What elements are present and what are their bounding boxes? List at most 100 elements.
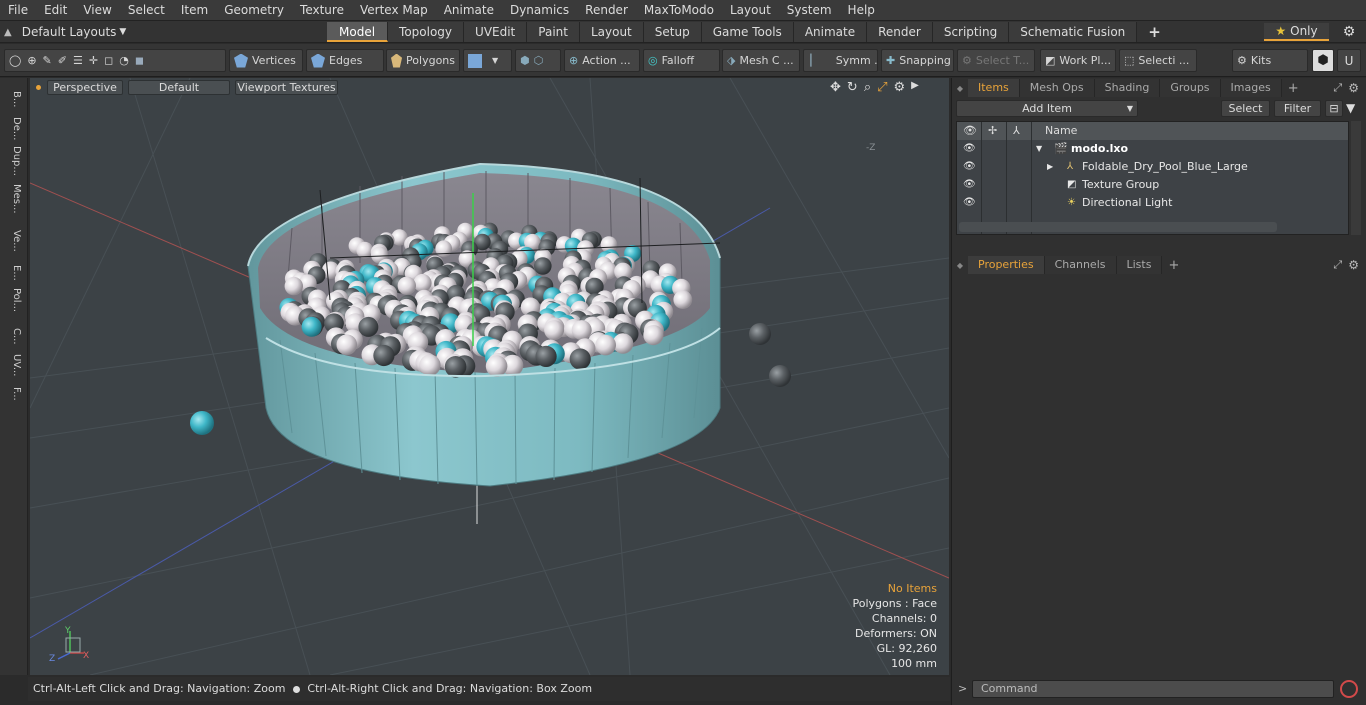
visibility-eye-icon[interactable]: 👁 (963, 197, 976, 209)
column-name-header[interactable]: Name (1045, 122, 1077, 140)
falloff-button[interactable]: ◎ Falloff (643, 49, 720, 72)
vtab-polygon[interactable]: Pol... (4, 285, 22, 315)
menu-vertex-map[interactable]: Vertex Map (352, 0, 436, 21)
work-plane-button[interactable]: ◩ Work Pl... (1040, 49, 1116, 72)
action-center-button[interactable]: ⊕ Action ... (564, 49, 640, 72)
tab-mesh-ops[interactable]: Mesh Ops (1019, 79, 1095, 97)
layout-dropdown[interactable]: ▲ Default Layouts ▼ (4, 23, 126, 41)
panel-gear-icon[interactable]: ⚙ (1342, 81, 1366, 95)
menu-select[interactable]: Select (120, 0, 173, 21)
gear-icon[interactable]: ⚙ (1340, 24, 1358, 40)
add-item-dropdown[interactable]: Add Item ▼ (956, 100, 1138, 117)
tab-setup[interactable]: Setup (643, 22, 702, 42)
vertical-scrollbar[interactable] (1351, 121, 1361, 235)
select-button[interactable]: Select (1221, 100, 1270, 117)
tab-paint[interactable]: Paint (527, 22, 580, 42)
record-icon[interactable] (1340, 680, 1358, 698)
funnel-icon[interactable]: ▼ (1346, 101, 1362, 116)
visibility-eye-icon[interactable]: 👁 (963, 179, 976, 191)
tab-topology[interactable]: Topology (388, 22, 465, 42)
tab-animate[interactable]: Animate (793, 22, 868, 42)
expand-arrow-icon[interactable]: ▼ (1036, 140, 1042, 158)
expand-panel-icon[interactable]: ⤢ (1333, 258, 1342, 272)
maximize-icon[interactable]: ⤢ (877, 80, 887, 95)
unity-icon[interactable]: ⬢ (1312, 49, 1334, 72)
rotate-view-icon[interactable]: ↻ (847, 80, 858, 95)
edges-button[interactable]: Edges (306, 49, 384, 72)
vertices-button[interactable]: Vertices (229, 49, 303, 72)
zoom-view-icon[interactable]: ⌕ (864, 80, 871, 95)
vtab-deform[interactable]: De... (4, 114, 22, 144)
menu-help[interactable]: Help (840, 0, 883, 21)
viewport-gear-icon[interactable]: ⚙ (894, 80, 906, 95)
circle-icon[interactable]: ◔ (119, 54, 129, 67)
menu-file[interactable]: File (0, 0, 36, 21)
viewport-textures-button[interactable]: Viewport Textures (235, 80, 338, 95)
expand-panel-icon[interactable]: ⤢ (1333, 81, 1342, 95)
visibility-eye-icon[interactable]: 👁 (963, 161, 976, 173)
vtab-mesh-edit[interactable]: Mes... (4, 184, 22, 214)
cube-icon[interactable]: ◼ (135, 54, 144, 67)
move-view-icon[interactable]: ✥ (830, 80, 841, 95)
tab-model[interactable]: Model (327, 22, 389, 42)
vtab-basic[interactable]: B... (4, 84, 22, 114)
tab-scripting[interactable]: Scripting (932, 22, 1010, 42)
tab-lists[interactable]: Lists (1116, 256, 1163, 274)
selection-sets-button[interactable]: ⬚ Selecti ... (1119, 49, 1197, 72)
kits-button[interactable]: ⚙ Kits (1232, 49, 1308, 72)
visibility-eye-icon[interactable]: 👁 (963, 143, 976, 155)
menu-texture[interactable]: Texture (292, 0, 352, 21)
globe-icon[interactable]: ⊕ (27, 54, 36, 67)
tab-groups[interactable]: Groups (1160, 79, 1221, 97)
add-tab-button[interactable]: + (1282, 81, 1305, 96)
command-input[interactable]: Command (972, 680, 1334, 698)
filter-button[interactable]: Filter (1274, 100, 1321, 117)
list-item-texture-group[interactable]: 👁 ◩ Texture Group (957, 176, 1348, 194)
vtab-fusion[interactable]: F... (4, 379, 22, 409)
item-mode-dropdown[interactable]: ▼ (463, 49, 512, 72)
horizontal-scrollbar[interactable] (959, 222, 1277, 232)
vtab-uv[interactable]: UV... (4, 350, 22, 380)
3d-viewport[interactable]: -Z Y Z X Perspective Default Viewport Te… (30, 78, 949, 675)
tab-uvedit[interactable]: UVEdit (464, 22, 528, 42)
shading-mode-button[interactable]: Default (128, 80, 230, 95)
pen-icon[interactable]: ✎ (43, 54, 52, 67)
symmetry-button[interactable]: ⎮ Symm ... (803, 49, 878, 72)
align-icon[interactable]: ☰ (73, 54, 83, 67)
collapse-icon[interactable]: ⊟ (1325, 100, 1343, 117)
menu-animate[interactable]: Animate (436, 0, 502, 21)
circle-select-icon[interactable]: ◯ (9, 54, 21, 67)
tab-shading[interactable]: Shading (1094, 79, 1161, 97)
menu-view[interactable]: View (75, 0, 119, 21)
brush-icon[interactable]: ✐ (58, 54, 67, 67)
menu-render[interactable]: Render (577, 0, 636, 21)
menu-maxtomodo[interactable]: MaxToModo (636, 0, 722, 21)
menu-item[interactable]: Item (173, 0, 216, 21)
vtab-curve[interactable]: C... (4, 321, 22, 351)
list-item-mesh[interactable]: 👁 ▶ ⅄ Foldable_Dry_Pool_Blue_Large (957, 158, 1348, 176)
tab-render[interactable]: Render (867, 22, 933, 42)
tab-layout[interactable]: Layout (579, 22, 644, 42)
shield-icon[interactable]: ⬢ (520, 54, 530, 67)
add-tab-button[interactable]: + (1137, 22, 1172, 42)
menu-layout[interactable]: Layout (722, 0, 779, 21)
shield-alt-icon[interactable]: ⬡ (534, 54, 544, 67)
vtab-vertex[interactable]: Ve... (4, 226, 22, 256)
only-button[interactable]: ★ Only (1264, 23, 1329, 41)
menu-system[interactable]: System (779, 0, 840, 21)
tab-items[interactable]: Items (968, 79, 1020, 97)
vtab-edge[interactable]: E... (4, 258, 22, 288)
unreal-icon[interactable]: U (1337, 49, 1361, 72)
tab-schematic-fusion[interactable]: Schematic Fusion (1009, 22, 1138, 42)
tab-game-tools[interactable]: Game Tools (701, 22, 794, 42)
select-through-button[interactable]: ⚙ Select T... (957, 49, 1035, 72)
menu-edit[interactable]: Edit (36, 0, 75, 21)
expand-arrow-icon[interactable]: ▶ (1047, 158, 1053, 176)
polygons-button[interactable]: Polygons (386, 49, 460, 72)
menu-dynamics[interactable]: Dynamics (502, 0, 577, 21)
add-tab-button[interactable]: + (1162, 258, 1185, 273)
square-icon[interactable]: ◻ (104, 54, 113, 67)
tab-images[interactable]: Images (1220, 79, 1282, 97)
mesh-constraints-button[interactable]: ⬗ Mesh C ... (722, 49, 800, 72)
view-mode-button[interactable]: Perspective (47, 80, 123, 95)
